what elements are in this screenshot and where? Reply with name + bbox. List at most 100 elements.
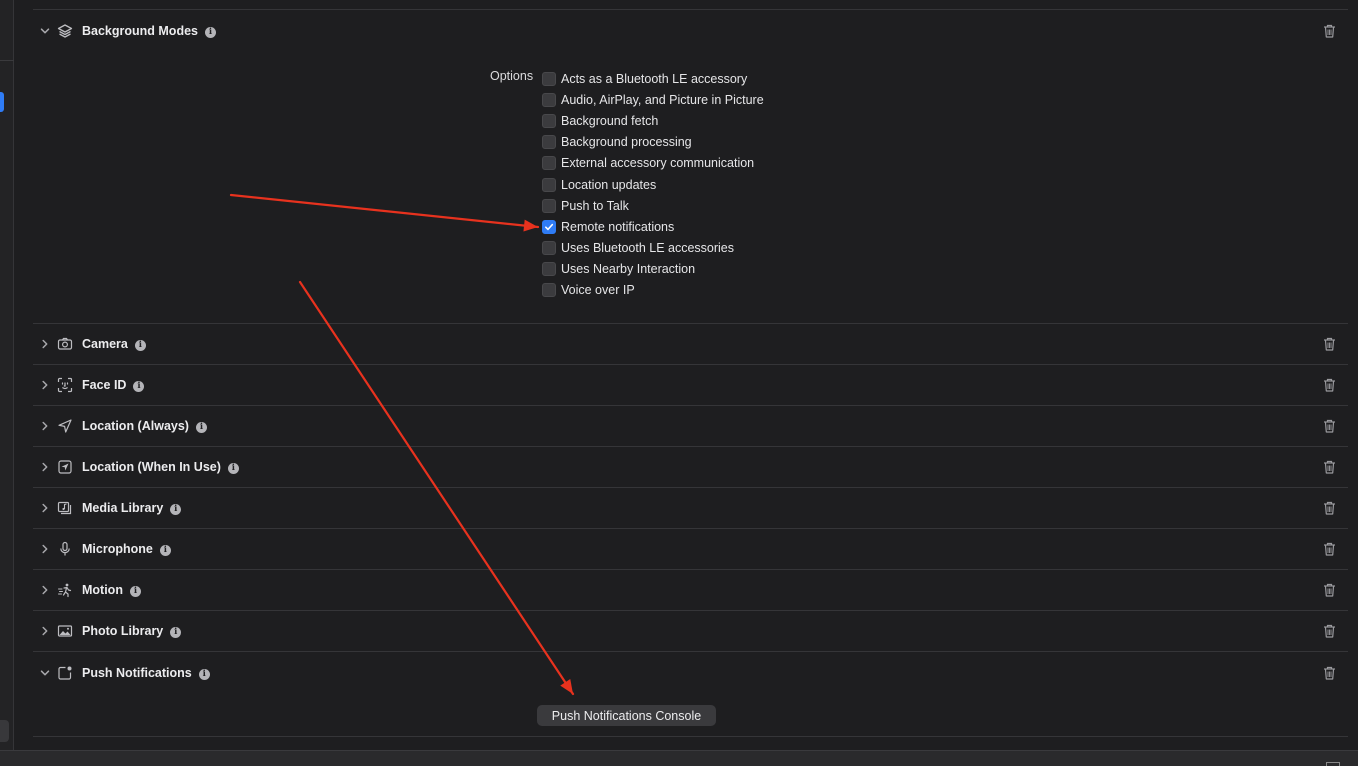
option-label: Uses Nearby Interaction: [561, 262, 696, 277]
chevron-right-icon[interactable]: [39, 543, 51, 555]
capability-title: Location (Always) i: [82, 419, 207, 433]
checkbox[interactable]: [542, 283, 556, 298]
capability-title: Media Library i: [82, 501, 182, 515]
option-label: Voice over IP: [561, 283, 635, 298]
trash-icon[interactable]: [1323, 583, 1336, 597]
option-uses-nearby-interaction[interactable]: Uses Nearby Interaction: [542, 259, 764, 280]
checkbox[interactable]: [542, 71, 556, 86]
push-notifications-console-button[interactable]: Push Notifications Console: [537, 705, 716, 726]
trash-icon[interactable]: [1323, 501, 1336, 515]
checkbox[interactable]: [542, 92, 556, 107]
option-voice-over-ip[interactable]: Voice over IP: [542, 280, 764, 301]
trash-icon[interactable]: [1323, 666, 1336, 680]
capability-header-background-modes[interactable]: Background Modes i: [33, 10, 1348, 52]
option-label: Background processing: [561, 135, 692, 150]
trash-icon[interactable]: [1323, 378, 1336, 392]
sidebar-selection-indicator[interactable]: [0, 92, 4, 112]
trash-icon[interactable]: [1323, 419, 1336, 433]
chevron-right-icon[interactable]: [39, 379, 51, 391]
checkbox[interactable]: [542, 135, 556, 150]
info-icon[interactable]: i: [227, 463, 239, 474]
capability-row-motion[interactable]: Motion i: [33, 570, 1348, 611]
chevron-right-icon[interactable]: [39, 338, 51, 350]
option-label: Audio, AirPlay, and Picture in Picture: [561, 92, 764, 107]
checkbox[interactable]: [542, 262, 556, 277]
chevron-right-icon[interactable]: [39, 461, 51, 473]
capability-row-push-notifications[interactable]: Push Notifications i: [33, 652, 1348, 693]
chevron-right-icon[interactable]: [39, 625, 51, 637]
option-label: Remote notifications: [561, 219, 675, 234]
capability-row-location-when-in-use[interactable]: Location (When In Use) i: [33, 447, 1348, 488]
capabilities-list: Background Modes i Options Acts as a Blue…: [15, 0, 1358, 750]
sidebar-button-stub[interactable]: [0, 720, 9, 742]
capability-row-photo-library[interactable]: Photo Library i: [33, 611, 1348, 652]
info-icon[interactable]: i: [205, 27, 216, 38]
location-square-icon: [57, 459, 73, 475]
trash-icon[interactable]: [1323, 624, 1336, 638]
chevron-down-icon[interactable]: [39, 667, 51, 679]
bottom-toolbar: [0, 750, 1358, 766]
checkbox[interactable]: [542, 198, 556, 213]
info-icon[interactable]: i: [133, 381, 145, 392]
option-label: Uses Bluetooth LE accessories: [561, 241, 735, 256]
option-label: Location updates: [561, 177, 657, 192]
option-remote-notifications[interactable]: Remote notifications: [542, 216, 764, 237]
trash-icon[interactable]: [1323, 542, 1336, 556]
option-acts-as-a-bluetooth-le-accessory[interactable]: Acts as a Bluetooth LE accessory: [542, 68, 764, 89]
checkbox[interactable]: [542, 177, 556, 192]
photo-icon: [57, 623, 73, 639]
capability-title: Camera i: [82, 337, 146, 351]
chevron-right-icon[interactable]: [39, 420, 51, 432]
checkbox[interactable]: [542, 156, 556, 171]
option-location-updates[interactable]: Location updates: [542, 174, 764, 195]
layers-icon: [57, 23, 73, 39]
option-label: Background fetch: [561, 113, 659, 128]
capability-row-camera[interactable]: Camera i: [33, 324, 1348, 365]
capability-title: Motion i: [82, 583, 141, 597]
option-external-accessory-communication[interactable]: External accessory communication: [542, 153, 764, 174]
capability-title: Face ID i: [82, 378, 145, 392]
trash-icon[interactable]: [1323, 24, 1336, 38]
capability-row-location-always[interactable]: Location (Always) i: [33, 406, 1348, 447]
info-icon[interactable]: i: [170, 504, 182, 515]
option-uses-bluetooth-le-accessories[interactable]: Uses Bluetooth LE accessories: [542, 238, 764, 259]
option-audio-airplay-and-picture-in-picture[interactable]: Audio, AirPlay, and Picture in Picture: [542, 89, 764, 110]
location-arrow-icon: [57, 418, 73, 434]
option-label: External accessory communication: [561, 156, 755, 171]
info-icon[interactable]: i: [198, 668, 210, 680]
capability-title: Push Notifications i: [82, 666, 210, 680]
option-background-processing[interactable]: Background processing: [542, 132, 764, 153]
bottom-divider: [33, 736, 1348, 737]
checkbox[interactable]: [542, 219, 556, 234]
options-label: Options: [490, 69, 534, 83]
sidebar-divider: [0, 60, 14, 61]
capability-row-microphone[interactable]: Microphone i: [33, 529, 1348, 570]
capability-title: Background Modes i: [82, 24, 216, 38]
info-icon[interactable]: i: [170, 627, 182, 638]
checkbox[interactable]: [542, 113, 556, 128]
background-mode-options: Acts as a Bluetooth LE accessory Audio, A…: [542, 68, 764, 301]
trash-icon[interactable]: [1323, 337, 1336, 351]
push-notification-icon: [57, 665, 73, 681]
motion-icon: [57, 582, 73, 598]
info-icon[interactable]: i: [129, 586, 141, 597]
option-background-fetch[interactable]: Background fetch: [542, 110, 764, 131]
info-icon[interactable]: i: [195, 422, 207, 433]
info-icon[interactable]: i: [134, 340, 146, 351]
option-push-to-talk[interactable]: Push to Talk: [542, 195, 764, 216]
toolbar-button-stub[interactable]: [1326, 762, 1340, 766]
face-id-icon: [57, 377, 73, 393]
checkbox[interactable]: [542, 241, 556, 256]
camera-icon: [57, 336, 73, 352]
capability-title: Location (When In Use) i: [82, 460, 239, 474]
chevron-right-icon[interactable]: [39, 584, 51, 596]
chevron-down-icon[interactable]: [39, 25, 51, 37]
media-library-icon: [57, 500, 73, 516]
capability-row-media-library[interactable]: Media Library i: [33, 488, 1348, 529]
microphone-icon: [57, 541, 73, 557]
capability-row-face-id[interactable]: Face ID i: [33, 365, 1348, 406]
chevron-right-icon[interactable]: [39, 502, 51, 514]
info-icon[interactable]: i: [159, 545, 171, 556]
capability-title: Photo Library i: [82, 624, 182, 638]
trash-icon[interactable]: [1323, 460, 1336, 474]
